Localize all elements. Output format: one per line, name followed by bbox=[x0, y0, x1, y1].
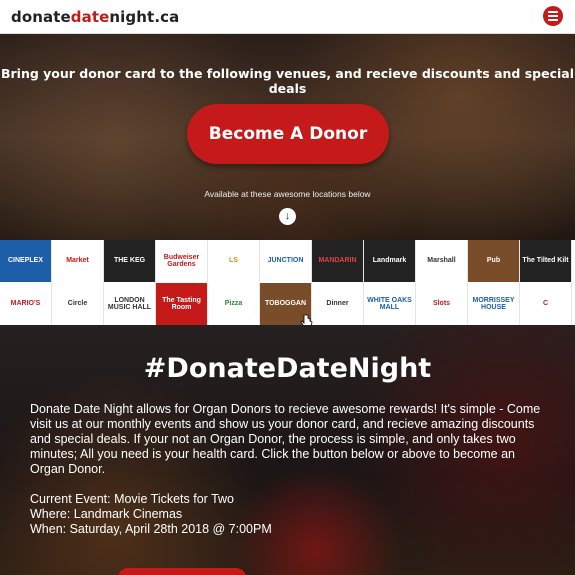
logo-text-night: night.ca bbox=[109, 8, 180, 26]
event-info: Current Event: Movie Tickets for Two Whe… bbox=[30, 492, 450, 537]
become-donor-button[interactable]: Become A Donor bbox=[187, 104, 389, 164]
hamburger-menu-icon[interactable] bbox=[543, 6, 563, 26]
menu-line bbox=[548, 19, 558, 21]
venue-logo-pub[interactable]: Pub bbox=[468, 240, 520, 282]
venue-logo-music-hall[interactable]: LONDON MUSIC HALL bbox=[104, 283, 156, 325]
site-logo[interactable]: donatedatenight.ca bbox=[11, 8, 179, 26]
venue-logo-tasting-room[interactable]: The Tasting Room bbox=[156, 283, 208, 325]
venue-logo-pizza[interactable]: Pizza bbox=[208, 283, 260, 325]
main-content: #DonateDateNight Donate Date Night allow… bbox=[0, 325, 575, 575]
venue-row-1: CINEPLEX Market THE KEG Budweiser Garden… bbox=[0, 240, 572, 282]
event-where-text: Where: Landmark Cinemas bbox=[30, 507, 183, 521]
venue-logo-marios[interactable]: MARIO'S bbox=[0, 283, 52, 325]
page-title: #DonateDateNight bbox=[143, 353, 432, 384]
venue-logo-keg[interactable]: THE KEG bbox=[104, 240, 156, 282]
current-event-text: Current Event: Movie Tickets for Two bbox=[30, 492, 235, 506]
available-locations-text: Available at these awesome locations bel… bbox=[204, 189, 371, 199]
venue-row-2: MARIO'S Circle LONDON MUSIC HALL The Tas… bbox=[0, 283, 572, 325]
venue-logo-c[interactable]: C bbox=[520, 283, 572, 325]
venue-logo-junction[interactable]: JUNCTION bbox=[260, 240, 312, 282]
arrow-down-circle-icon[interactable]: ↓ bbox=[279, 208, 296, 225]
hero-section: Bring your donor card to the following v… bbox=[0, 34, 575, 240]
event-when-text: When: Saturday, April 28th 2018 @ 7:00PM bbox=[30, 522, 272, 536]
site-header: donatedatenight.ca bbox=[0, 0, 575, 34]
venue-logo-landmark[interactable]: Landmark bbox=[364, 240, 416, 282]
venue-logo-ls[interactable]: LS bbox=[208, 240, 260, 282]
hero-tagline: Bring your donor card to the following v… bbox=[0, 66, 575, 96]
venue-logo-cineplex[interactable]: CINEPLEX bbox=[0, 240, 52, 282]
logo-text-donate: donate bbox=[11, 8, 71, 26]
venue-logo-mandarin[interactable]: MANDARIN bbox=[312, 240, 364, 282]
venue-logo-circle[interactable]: Circle bbox=[52, 283, 104, 325]
venue-logo-strip: CINEPLEX Market THE KEG Budweiser Garden… bbox=[0, 240, 575, 325]
venue-logo-slots[interactable]: Slots bbox=[416, 283, 468, 325]
menu-line bbox=[548, 11, 558, 13]
venue-logo-white-oaks[interactable]: WHITE OAKS MALL bbox=[364, 283, 416, 325]
venue-logo-tilted-kilt[interactable]: The Tilted Kilt bbox=[520, 240, 572, 282]
description-text: Donate Date Night allows for Organ Donor… bbox=[30, 402, 541, 476]
venue-logo-marshall[interactable]: Marshall bbox=[416, 240, 468, 282]
venue-logo-market[interactable]: Market bbox=[52, 240, 104, 282]
venue-logo-budweiser[interactable]: Budweiser Gardens bbox=[156, 240, 208, 282]
venue-logo-morrissey[interactable]: MORRISSEY HOUSE bbox=[468, 283, 520, 325]
logo-text-date: date bbox=[70, 8, 110, 26]
become-donor-button-bottom[interactable] bbox=[118, 568, 246, 575]
menu-line bbox=[548, 15, 558, 17]
venue-logo-dinner[interactable]: Dinner bbox=[312, 283, 364, 325]
